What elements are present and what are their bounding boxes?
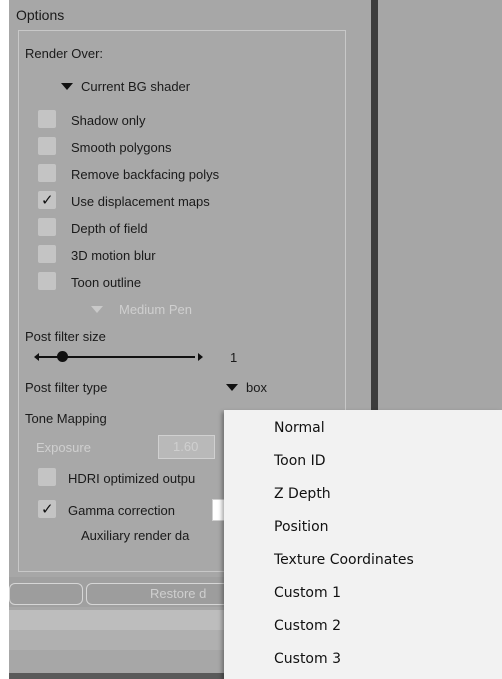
tone-mapping-label: Tone Mapping [25, 411, 107, 426]
check-icon: ✓ [41, 192, 54, 209]
slider-knob[interactable] [57, 351, 68, 362]
post-filter-size-value: 1 [230, 350, 238, 365]
aux-render-label: Auxiliary render da [81, 528, 190, 543]
displacement-maps-label: Use displacement maps [71, 194, 210, 209]
menu-item-custom-2[interactable]: Custom 2 [274, 618, 341, 634]
depth-of-field-checkbox[interactable] [38, 218, 56, 236]
hdri-checkbox[interactable] [38, 468, 56, 486]
menu-item-texture-coordinates[interactable]: Texture Coordinates [274, 552, 414, 568]
smooth-polygons-checkbox[interactable] [38, 137, 56, 155]
post-filter-type-label: Post filter type [25, 380, 108, 395]
toon-outline-label: Toon outline [71, 275, 142, 290]
render-over-value: Current BG shader [81, 79, 191, 94]
restore-defaults-button[interactable]: Restore d [86, 583, 238, 605]
displacement-maps-checkbox[interactable]: ✓ [38, 191, 56, 209]
gamma-label: Gamma correction [68, 503, 175, 518]
toon-outline-checkbox[interactable] [38, 272, 56, 290]
motion-blur-label: 3D motion blur [71, 248, 156, 263]
menu-item-custom-1[interactable]: Custom 1 [274, 585, 341, 601]
gamma-checkbox[interactable]: ✓ [38, 500, 56, 518]
menu-item-normal[interactable]: Normal [274, 420, 325, 436]
left-button[interactable] [9, 583, 83, 605]
check-icon: ✓ [41, 501, 54, 518]
menu-item-position[interactable]: Position [274, 519, 329, 535]
menu-item-custom-3[interactable]: Custom 3 [274, 651, 341, 667]
post-filter-type-value: box [246, 380, 267, 395]
exposure-label: Exposure [36, 440, 91, 455]
shadow-only-label: Shadow only [71, 113, 146, 128]
shadow-only-checkbox[interactable] [38, 110, 56, 128]
exposure-field: 1.60 [158, 435, 215, 459]
hdri-label: HDRI optimized outpu [68, 471, 196, 486]
dropdown-arrow-icon [91, 306, 103, 313]
remove-backfacing-checkbox[interactable] [38, 164, 56, 182]
slider-right-arrow-icon[interactable] [198, 353, 203, 361]
post-filter-size-label: Post filter size [25, 329, 106, 344]
output-type-menu: Normal Toon ID Z Depth Position Texture … [224, 410, 502, 679]
motion-blur-checkbox[interactable] [38, 245, 56, 263]
dropdown-arrow-icon [226, 384, 238, 391]
restore-button-label: Restore d [150, 586, 207, 601]
depth-of-field-label: Depth of field [71, 221, 148, 236]
toon-pen-value: Medium Pen [119, 302, 192, 317]
exposure-value: 1.60 [173, 439, 199, 454]
render-over-label: Render Over: [25, 46, 104, 61]
remove-backfacing-label: Remove backfacing polys [71, 167, 220, 182]
dropdown-arrow-icon [61, 83, 73, 90]
menu-item-toon-id[interactable]: Toon ID [274, 453, 326, 469]
panel-title: Options [16, 7, 65, 23]
menu-item-z-depth[interactable]: Z Depth [274, 486, 331, 502]
smooth-polygons-label: Smooth polygons [71, 140, 172, 155]
